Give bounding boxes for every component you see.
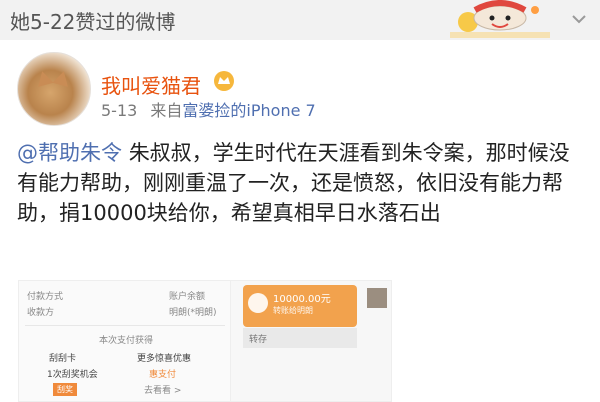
mention-link[interactable]: @帮助朱令 [17, 141, 122, 165]
transfer-note: 转存 [249, 335, 268, 345]
card2-link[interactable]: 去看看 > [144, 383, 181, 396]
cartoon-decoration-icon [450, 0, 550, 38]
card1-button[interactable]: 刮奖 [53, 383, 77, 396]
from-label: 来自 [150, 101, 183, 120]
avatar[interactable] [17, 52, 91, 126]
username[interactable]: 我叫爱猫君 [101, 70, 201, 99]
transfer-subtitle: 转账给明朗 [273, 306, 313, 315]
transfer-amount-tile: 10000.00元 转账给明朗 [243, 285, 357, 327]
transfer-amount: 10000.00元 [273, 294, 331, 305]
payment-screenshot-left[interactable]: 付款方式 账户余额 收款方 明朗(*明朗) 本次支付获得 刮刮卡 1次刮奖机会 … [18, 280, 232, 402]
page-title: 她5-22赞过的微博 [10, 10, 176, 34]
section-title: 本次支付获得 [99, 336, 154, 346]
transfer-note-bar: 转存 [243, 328, 357, 348]
avatar-cat-ear-right [52, 69, 72, 87]
card2-title: 更多惊喜优惠 [137, 354, 192, 364]
coin-icon [248, 293, 268, 313]
payee-label: 收款方 [27, 308, 55, 318]
divider [25, 325, 225, 326]
card2-sub: 惠支付 [149, 370, 177, 380]
post-source[interactable]: 富婆捡的iPhone 7 [182, 101, 315, 120]
post-content: @帮助朱令 朱叔叔，学生时代在天涯看到朱令案，那时候没有能力帮助，刚刚重温了一次… [17, 138, 587, 228]
thumbnail-image [367, 288, 387, 308]
card1-sub: 1次刮奖机会 [47, 370, 98, 380]
post-time: 5-13 [101, 101, 138, 120]
avatar-cat-ear-left [34, 69, 54, 87]
pay-method-label: 付款方式 [27, 292, 64, 302]
post-meta: 5-13 来自富婆捡的iPhone 7 [101, 97, 316, 121]
payee-value: 明朗(*明朗) [169, 308, 217, 318]
payment-screenshot-right[interactable]: 10000.00元 转账给明朗 转存 [230, 280, 392, 402]
vip-crown-icon [214, 71, 234, 91]
chevron-down-icon[interactable] [570, 10, 588, 28]
pay-method-value: 账户余额 [169, 292, 206, 302]
top-bar: 她5-22赞过的微博 [0, 0, 600, 40]
card1-title: 刮刮卡 [49, 354, 77, 364]
